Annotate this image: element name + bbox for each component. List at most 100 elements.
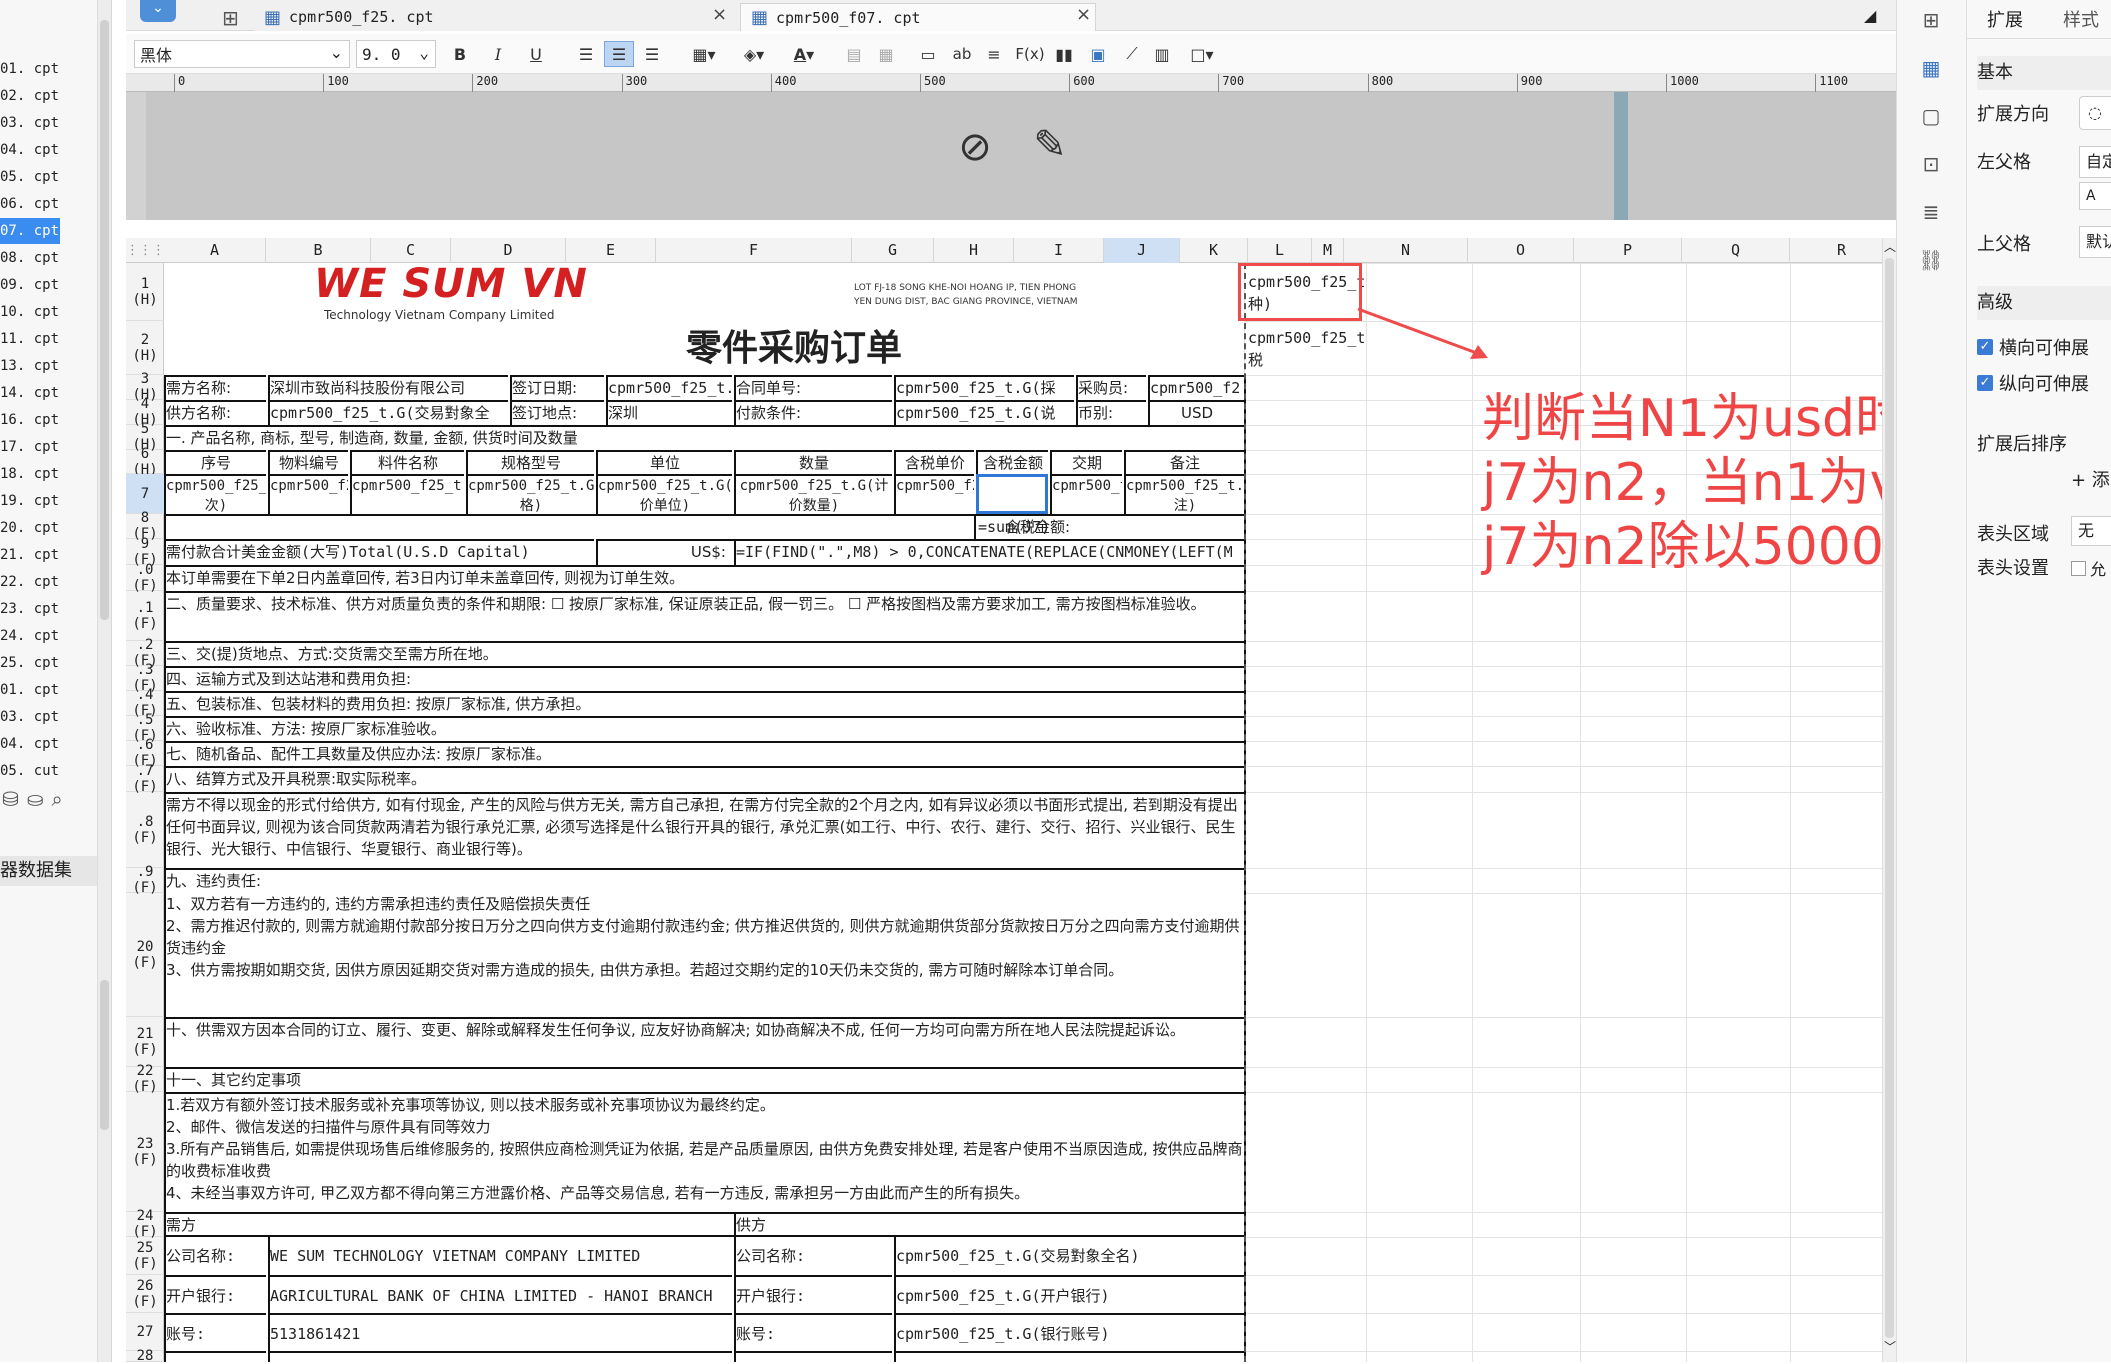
item-detail-cell[interactable]: cpmr500_f25_t.G(备注) bbox=[1124, 474, 1246, 514]
layout-grid-icon[interactable]: ⊞ bbox=[222, 6, 239, 30]
column-header-l[interactable]: L bbox=[1248, 238, 1312, 263]
column-header-k[interactable]: K bbox=[1180, 238, 1248, 263]
party-r28-h[interactable]: cpmr500_f25_t.G(地址) bbox=[894, 1351, 1246, 1362]
column-header-q[interactable]: Q bbox=[1682, 238, 1790, 263]
horizontal-expand-checkbox[interactable]: ✓ 横向可伸展 bbox=[1977, 334, 2089, 360]
row-header[interactable]: 21 (F) bbox=[126, 1017, 164, 1067]
cell-a10[interactable]: 本订单需要在下单2日内盖章回传, 若3日内订单未盖章回传, 则视为订单生效。 bbox=[164, 565, 1246, 591]
cell-a20[interactable]: 1、双方若有一方违约的, 违约方需承担违约责任及赔偿损失责任 2、需方推迟付款的… bbox=[164, 893, 1246, 1017]
column-header-n[interactable]: N bbox=[1344, 238, 1468, 263]
file-item[interactable]: 07. cpt bbox=[0, 218, 60, 244]
widget-icon[interactable]: ▢ bbox=[1919, 104, 1943, 128]
row-header[interactable]: 2 (H) bbox=[126, 321, 164, 375]
row-header[interactable]: 26 (F) bbox=[126, 1275, 164, 1313]
cell-a24[interactable]: 需方 bbox=[164, 1212, 734, 1237]
file-item[interactable]: 21. cpt bbox=[0, 542, 60, 568]
file-item[interactable]: 04. cpt bbox=[0, 731, 60, 757]
party-r28-a[interactable]: 地址: bbox=[164, 1351, 266, 1362]
item-header-cell[interactable]: 交期 bbox=[1050, 450, 1122, 474]
party-r26-g[interactable]: 开户银行: bbox=[734, 1275, 892, 1313]
row-header[interactable]: 20 (F) bbox=[126, 893, 164, 1017]
file-item[interactable]: 22. cpt bbox=[0, 569, 60, 595]
cell-g9[interactable]: =IF(FIND(".",M8) > 0,CONCATENATE(REPLACE… bbox=[734, 539, 1246, 565]
edit-pencil-icon[interactable]: ✎ bbox=[1024, 122, 1076, 174]
column-header-o[interactable]: O bbox=[1468, 238, 1574, 263]
item-detail-cell[interactable]: cpmr500_f25_t.G(项次) bbox=[164, 474, 266, 514]
file-item[interactable]: 08. cpt bbox=[0, 245, 60, 271]
image-icon[interactable]: ▣ bbox=[1084, 41, 1112, 67]
file-item[interactable]: 04. cpt bbox=[0, 137, 60, 163]
list-icon[interactable]: ≡ bbox=[982, 41, 1006, 67]
cell-f4[interactable]: 付款条件: bbox=[734, 400, 892, 425]
cell-element-icon[interactable]: ⊞ bbox=[1919, 8, 1943, 32]
font-size-select[interactable]: 9. 0 ⌄ bbox=[356, 40, 436, 68]
column-header-j[interactable]: J bbox=[1104, 238, 1180, 263]
item-header-cell[interactable]: 规格型号 bbox=[466, 450, 594, 474]
cell-j8[interactable]: =sum(J7) bbox=[974, 514, 1246, 539]
align-left-icon[interactable]: ☰ bbox=[574, 41, 598, 67]
select-all-corner[interactable]: ⋮⋮⋮ bbox=[126, 238, 165, 263]
item-header-cell[interactable]: 含税金额 bbox=[976, 450, 1048, 474]
left-scrollbar-thumb-2[interactable] bbox=[100, 980, 109, 1130]
insert-text-icon[interactable]: ▭ bbox=[916, 41, 940, 67]
item-detail-cell[interactable]: cpmr500_f25_t.G(单 bbox=[894, 474, 974, 514]
cell-a16[interactable]: 七、随机备品、配件工具数量及供应办法: 按原厂家标准。 bbox=[164, 741, 1246, 766]
file-item[interactable]: 13. cpt bbox=[0, 353, 60, 379]
party-r26-a[interactable]: 开户银行: bbox=[164, 1275, 266, 1313]
close-tab-icon[interactable]: × bbox=[712, 4, 727, 25]
file-item[interactable]: 05. cut bbox=[0, 758, 60, 784]
header-settings-checkbox[interactable]: 允 bbox=[2071, 556, 2106, 580]
file-item[interactable]: 16. cpt bbox=[0, 407, 60, 433]
cell-attribute-icon[interactable]: ▦ bbox=[1919, 56, 1943, 80]
page-boundary-marker[interactable] bbox=[1614, 92, 1628, 220]
left-parent-select[interactable]: 自定 bbox=[2079, 146, 2111, 178]
party-r25-g[interactable]: 公司名称: bbox=[734, 1237, 892, 1275]
merge-cells-icon[interactable]: ▤ bbox=[842, 41, 866, 67]
cell-b3[interactable]: 深圳市致尚科技股份有限公司 bbox=[268, 375, 508, 400]
file-item[interactable]: 03. cpt bbox=[0, 110, 60, 136]
cell-a14[interactable]: 五、包装标准、包装材料的费用负担: 按原厂家标准, 供方承担。 bbox=[164, 691, 1246, 716]
data-list-icon[interactable]: ≣ bbox=[1919, 200, 1943, 224]
item-detail-cell[interactable]: cpmr500_f25_t.G(计价单位) bbox=[596, 474, 732, 514]
tab-expand[interactable]: 扩展 bbox=[1987, 6, 2023, 32]
cell-a12[interactable]: 三、交(提)货地点、方式:交货需交至需方所在地。 bbox=[164, 641, 1246, 666]
row-header[interactable]: 22 (F) bbox=[126, 1063, 164, 1095]
tab-menu-icon[interactable]: ◢ bbox=[1864, 6, 1876, 25]
row-header[interactable]: 7 bbox=[126, 474, 164, 514]
cell-a5[interactable]: 一. 产品名称, 商标, 型号, 制造商, 数量, 金额, 供货时间及数量 bbox=[164, 425, 1246, 450]
italic-button[interactable]: I bbox=[486, 41, 510, 67]
column-header-i[interactable]: I bbox=[1014, 238, 1104, 263]
cell-a17[interactable]: 八、结算方式及开具税票:取实际税率。 bbox=[164, 766, 1246, 792]
party-r27-h[interactable]: cpmr500_f25_t.G(银行账号) bbox=[894, 1313, 1246, 1351]
column-header-e[interactable]: E bbox=[566, 238, 656, 263]
column-header-p[interactable]: P bbox=[1574, 238, 1682, 263]
home-chevron-icon[interactable]: ⌄ bbox=[140, 0, 176, 22]
cell-a13[interactable]: 四、运输方式及到达站港和费用负担: bbox=[164, 666, 1246, 691]
file-item[interactable]: 17. cpt bbox=[0, 434, 60, 460]
add-dataset-icon[interactable]: ⛁ bbox=[2, 787, 19, 811]
cell-border-icon[interactable]: □▾ bbox=[1184, 41, 1220, 67]
cell-a22[interactable]: 十一、其它约定事项 bbox=[164, 1067, 1246, 1092]
cell-h3[interactable]: cpmr500_f25_t.G(採 bbox=[894, 375, 1074, 400]
item-header-cell[interactable]: 序号 bbox=[164, 450, 266, 474]
cell-a15[interactable]: 六、验收标准、方法: 按原厂家标准验收。 bbox=[164, 716, 1246, 741]
party-r27-a[interactable]: 账号: bbox=[164, 1313, 266, 1351]
column-header-g[interactable]: G bbox=[852, 238, 934, 263]
bold-button[interactable]: B bbox=[448, 41, 472, 67]
cell-a19[interactable]: 九、违约责任: bbox=[164, 868, 1246, 893]
row-header[interactable]: 27 bbox=[126, 1313, 164, 1351]
subreport-icon[interactable]: ▥ bbox=[1150, 41, 1174, 67]
cell-e3[interactable]: cpmr500_f25_t. bbox=[606, 375, 732, 400]
file-item[interactable]: 09. cpt bbox=[0, 272, 60, 298]
tab-cpmr500-f07[interactable]: ▦ cpmr500_f07. cpt bbox=[740, 3, 1096, 31]
cell-k4[interactable]: 币别: bbox=[1076, 400, 1146, 425]
file-item[interactable]: 24. cpt bbox=[0, 623, 60, 649]
left-scrollbar-thumb[interactable] bbox=[100, 20, 109, 620]
row-header[interactable]: 1 (H) bbox=[126, 263, 164, 321]
row-header[interactable]: .8 (F) bbox=[126, 792, 164, 868]
file-item[interactable]: 25. cpt bbox=[0, 650, 60, 676]
scroll-down-icon[interactable]: ﹀ bbox=[1883, 1338, 1897, 1354]
text-color-button[interactable]: A ▾ bbox=[784, 41, 824, 67]
cell-f3[interactable]: 合同单号: bbox=[734, 375, 892, 400]
sheet-scrollbar-thumb[interactable] bbox=[1885, 258, 1894, 1338]
